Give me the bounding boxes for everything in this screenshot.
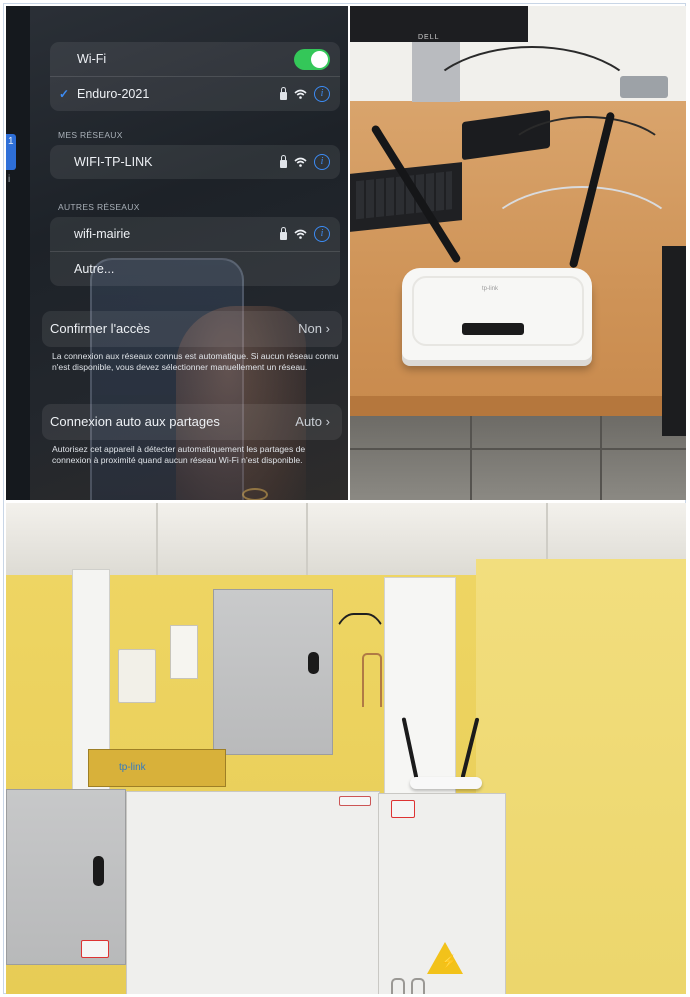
auto-hotspot-value: Auto ›: [295, 414, 330, 429]
lock-icon: [280, 226, 287, 240]
other-network-row[interactable]: Autre...: [50, 252, 340, 286]
ask-join-row[interactable]: Confirmer l'accès Non ›: [42, 311, 342, 347]
cable-hook: [362, 653, 382, 707]
ap-logo: tp-link: [119, 762, 146, 773]
wifi-signal-icon: [294, 157, 307, 167]
router-logo: tp-link: [482, 286, 499, 292]
electrical-wall-photo: tp-link ⚡: [6, 503, 686, 994]
wifi-toggle[interactable]: [294, 49, 330, 70]
wifi-router: tp-link: [402, 268, 592, 360]
access-point-box: tp-link: [88, 749, 226, 787]
wifi-label: Wi-Fi: [77, 52, 107, 66]
monitor-brand: DELL: [418, 34, 440, 41]
connected-network-name: Enduro-2021: [77, 87, 150, 101]
computer-case: [662, 246, 686, 436]
wifi-group: Wi-Fi ✓ Enduro-2021 i: [50, 42, 340, 111]
network-name: wifi-mairie: [74, 227, 131, 241]
sidebar-mark: 1: [8, 136, 14, 147]
label-sticker: [339, 796, 371, 806]
cabinet-lock-icon: [93, 856, 104, 886]
chevron-right-icon: ›: [325, 321, 330, 336]
label-sticker: [81, 940, 109, 958]
monitor: DELL: [350, 6, 528, 42]
sidebar: [6, 6, 30, 500]
network-row[interactable]: WIFI-TP-LINK i: [50, 145, 340, 179]
ask-join-label: Confirmer l'accès: [50, 321, 151, 336]
wall-router: [410, 777, 482, 789]
auto-hotspot-label: Connexion auto aux partages: [50, 414, 220, 429]
router-led-panel: [462, 323, 524, 335]
sidebar-mark-2: i: [8, 174, 11, 185]
phone-socket: [170, 625, 198, 679]
electrical-cabinet-main: [126, 791, 380, 994]
ring-reflection: [242, 488, 268, 500]
label-sticker: [391, 800, 415, 818]
my-networks-group: WIFI-TP-LINK i: [50, 145, 340, 179]
wifi-signal-icon: [294, 89, 307, 99]
desk-edge: [350, 396, 686, 416]
desk-router-photo: DELL tp-link: [350, 6, 686, 500]
auto-hotspot-help: Autorisez cet appareil à détecter automa…: [52, 444, 306, 465]
wifi-settings-photo: 1 i Wi-Fi ✓ Enduro-2021 i MES RÉSEAUX WI…: [6, 6, 348, 500]
check-icon: ✓: [59, 87, 70, 101]
my-networks-header: MES RÉSEAUX: [58, 130, 123, 140]
floor-tiles: [350, 416, 686, 500]
cabinet-handle: [391, 978, 405, 994]
chevron-right-icon: ›: [325, 414, 330, 429]
cabinet-handle: [411, 978, 425, 994]
electrical-cabinet-right: ⚡: [378, 793, 506, 994]
ask-join-value: Non ›: [298, 321, 330, 336]
lock-icon: [280, 154, 287, 168]
wifi-signal-icon: [294, 229, 307, 239]
cable-duct-middle: [384, 577, 456, 801]
info-icon[interactable]: i: [314, 226, 330, 242]
wall-right: [476, 559, 686, 994]
lightning-bolt-icon: ⚡: [441, 954, 458, 969]
info-icon[interactable]: i: [314, 154, 330, 170]
lock-icon: [280, 86, 287, 100]
cable: [328, 613, 392, 747]
ask-join-help: La connexion aux réseaux connus est auto…: [52, 351, 339, 372]
wall-outlet: [118, 649, 156, 703]
other-networks-header: AUTRES RÉSEAUX: [58, 202, 140, 212]
other-network-label: Autre...: [74, 262, 115, 276]
network-row[interactable]: wifi-mairie i: [50, 217, 340, 252]
network-cabinet: [213, 589, 333, 755]
electrical-cabinet-left: [6, 789, 126, 965]
wifi-toggle-row[interactable]: Wi-Fi: [50, 42, 340, 77]
network-name: WIFI-TP-LINK: [74, 155, 153, 169]
auto-hotspot-row[interactable]: Connexion auto aux partages Auto ›: [42, 404, 342, 440]
cabinet-lock-icon: [308, 652, 319, 674]
other-networks-group: wifi-mairie i Autre...: [50, 217, 340, 286]
connected-network-row[interactable]: ✓ Enduro-2021 i: [50, 77, 340, 111]
info-icon[interactable]: i: [314, 86, 330, 102]
